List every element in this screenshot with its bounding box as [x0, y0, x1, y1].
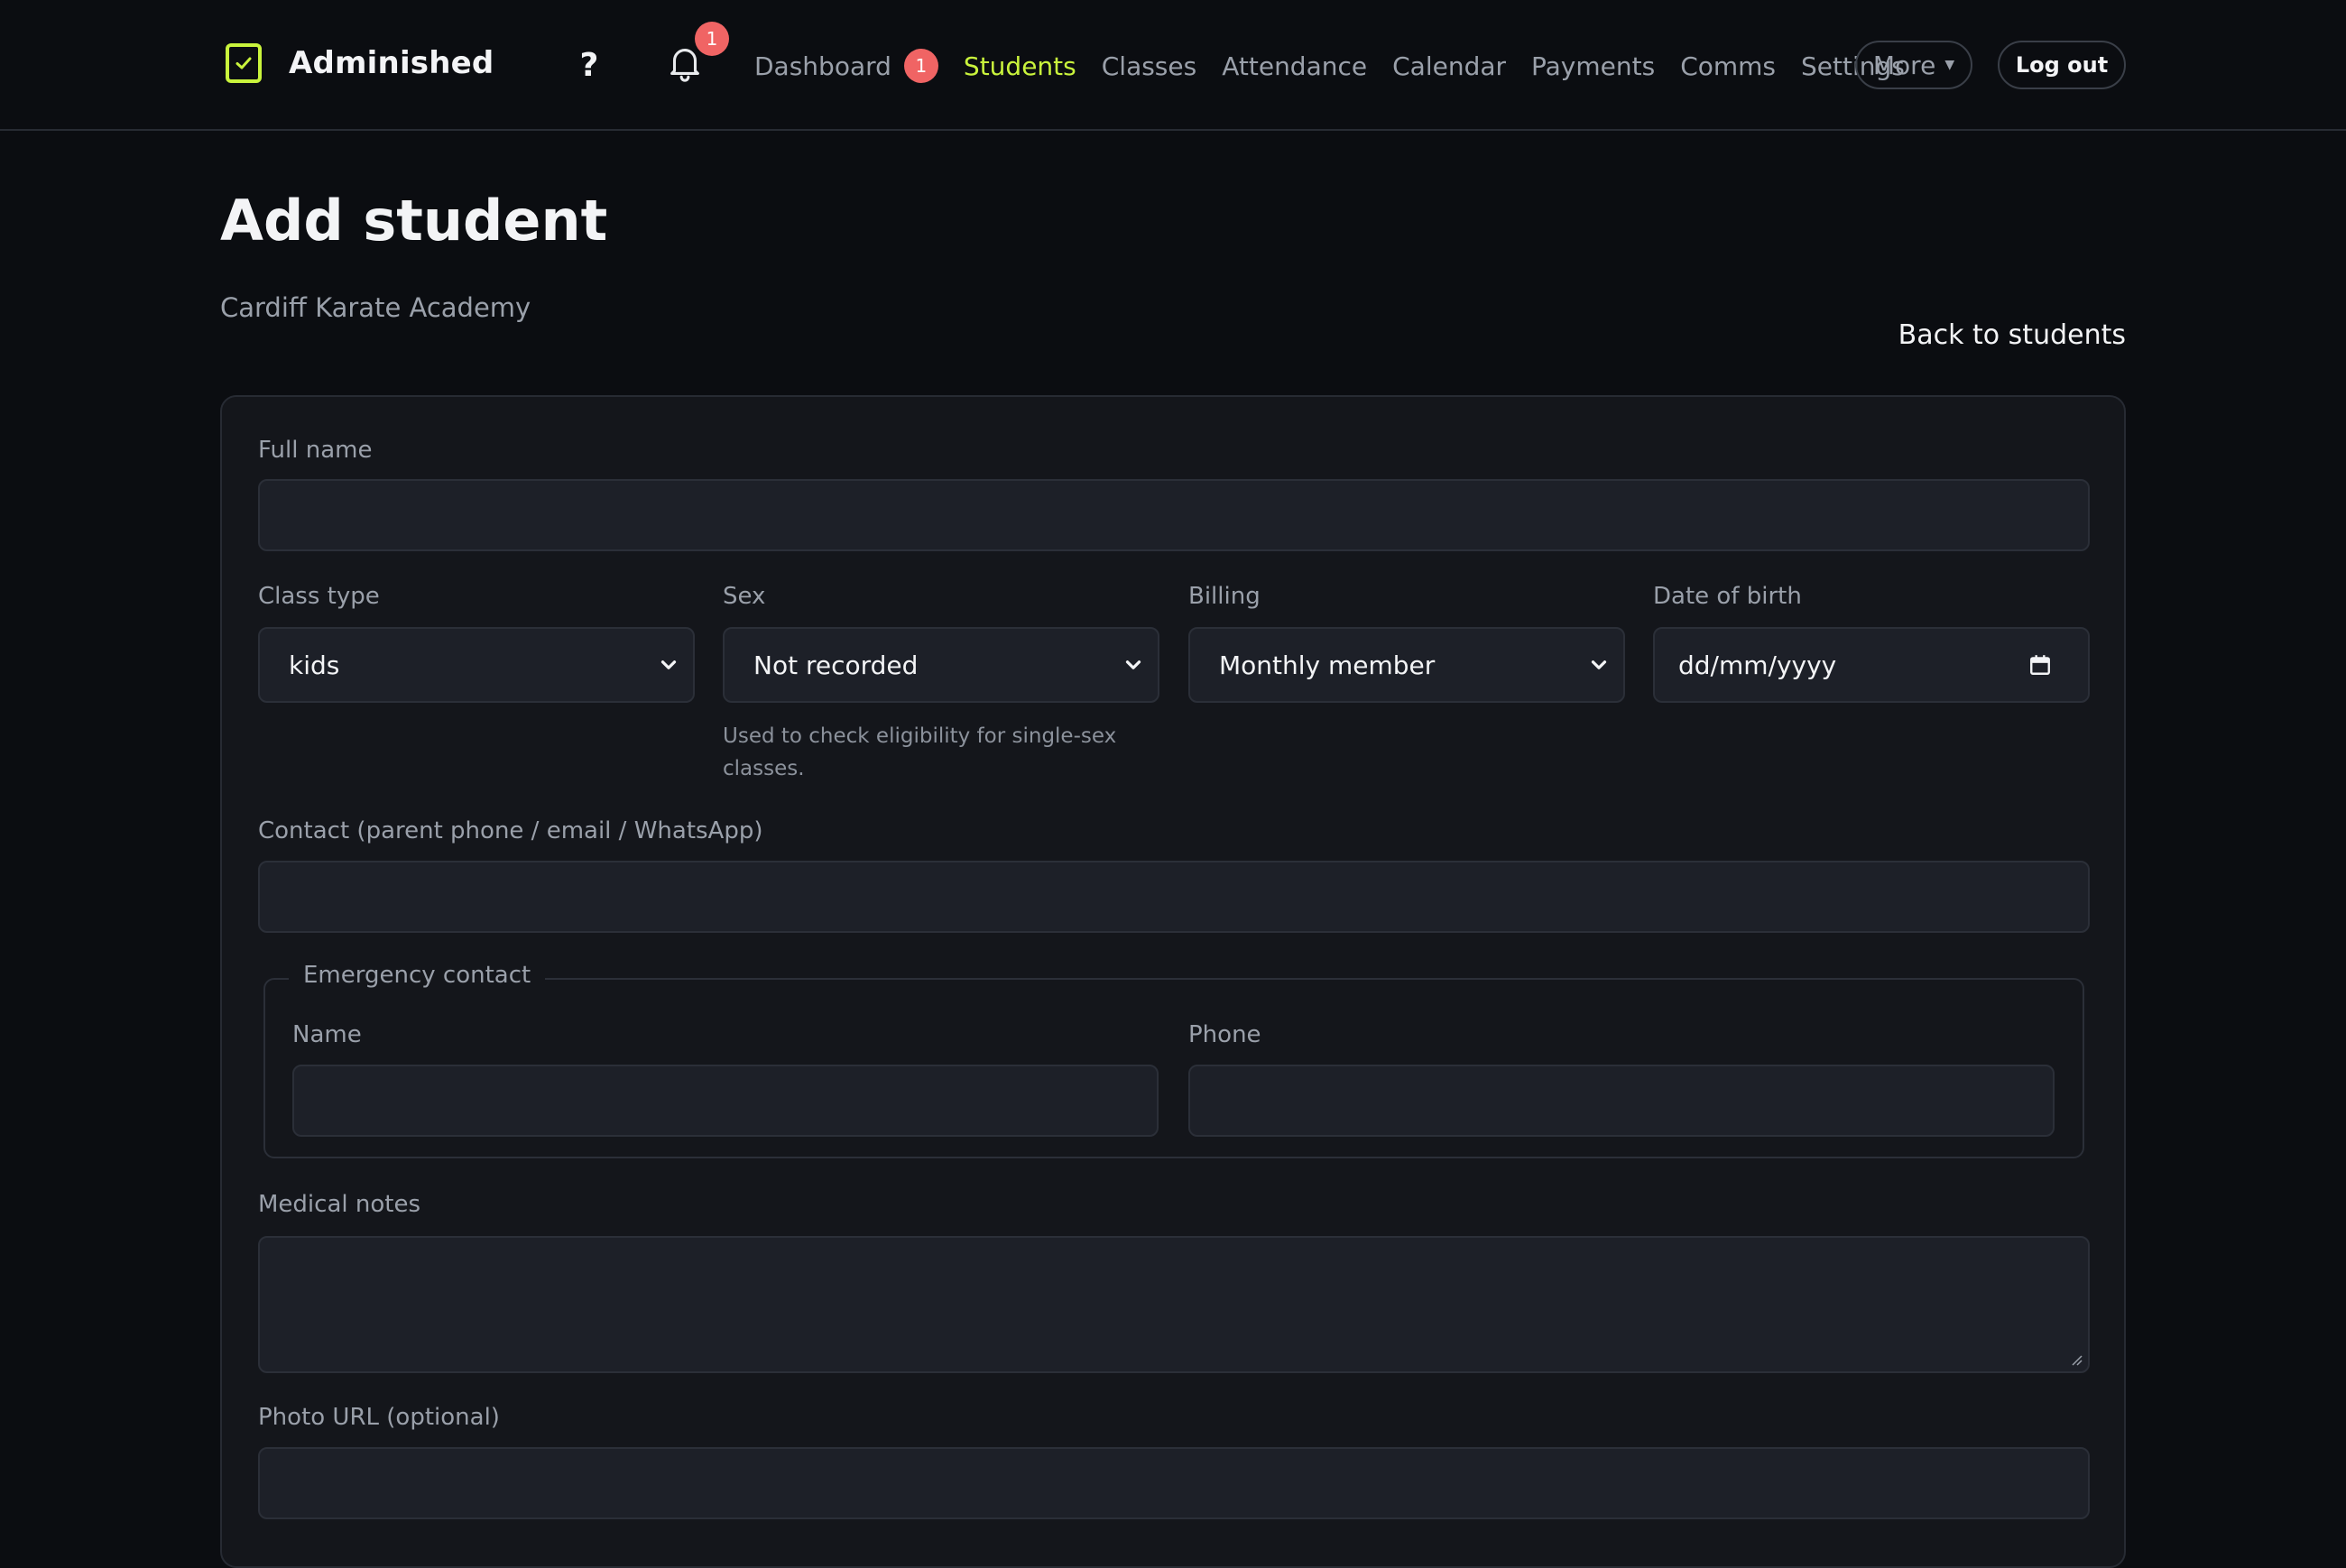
billing-select[interactable]: Monthly member	[1188, 627, 1625, 703]
back-to-students-link[interactable]: Back to students	[1895, 319, 2126, 351]
nav-item-dashboard[interactable]: Dashboard 1	[754, 49, 938, 83]
medical-notes-textarea[interactable]	[258, 1236, 2090, 1373]
resize-handle-icon[interactable]	[2070, 1353, 2083, 1366]
sex-select[interactable]: Not recorded	[723, 627, 1159, 703]
contact-input[interactable]	[258, 861, 2090, 933]
full-name-label: Full name	[258, 437, 373, 464]
chevron-down-icon	[660, 660, 677, 669]
top-navigation-bar: Adminished ? 1 Dashboard 1 Students Clas…	[0, 0, 2346, 131]
caret-down-icon: ▼	[1944, 58, 1955, 72]
nav-item-label: Classes	[1101, 51, 1197, 81]
notifications-count-badge: 1	[695, 22, 729, 56]
nav-item-calendar[interactable]: Calendar	[1392, 51, 1506, 81]
nav-item-attendance[interactable]: Attendance	[1222, 51, 1367, 81]
nav-item-students[interactable]: Students	[964, 51, 1076, 81]
dashboard-count-badge: 1	[903, 49, 938, 83]
class-type-label: Class type	[258, 583, 380, 610]
emergency-name-input[interactable]	[292, 1065, 1159, 1137]
date-of-birth-input[interactable]: dd/mm/yyyy	[1653, 627, 2090, 703]
logout-button[interactable]: Log out	[1998, 41, 2126, 89]
chevron-down-icon	[1591, 660, 1607, 669]
sex-label: Sex	[723, 583, 766, 610]
date-placeholder: dd/mm/yyyy	[1678, 650, 1837, 680]
class-type-value: kids	[289, 650, 340, 680]
add-student-form: Full name Class type kids Sex Not record…	[220, 395, 2126, 1568]
emergency-name-label: Name	[292, 1021, 362, 1048]
calendar-icon[interactable]	[2028, 653, 2052, 677]
nav-item-label: Payments	[1531, 51, 1656, 81]
nav-item-label: Students	[963, 51, 1076, 81]
app-name: Adminished	[289, 45, 494, 81]
contact-label: Contact (parent phone / email / WhatsApp…	[258, 817, 763, 844]
sex-value: Not recorded	[753, 650, 919, 680]
nav-item-label: Comms	[1680, 51, 1777, 81]
date-of-birth-label: Date of birth	[1653, 583, 1802, 610]
nav-item-comms[interactable]: Comms	[1680, 51, 1776, 81]
nav-item-label: Dashboard	[754, 51, 891, 81]
more-label: More	[1872, 50, 1936, 80]
help-button[interactable]: ?	[574, 43, 605, 88]
billing-label: Billing	[1188, 583, 1261, 610]
photo-url-label: Photo URL (optional)	[258, 1404, 500, 1431]
billing-value: Monthly member	[1219, 650, 1436, 680]
brand[interactable]: Adminished	[226, 43, 494, 83]
chevron-down-icon	[1125, 660, 1141, 669]
main-nav: Dashboard 1 Students Classes Attendance …	[754, 43, 1930, 88]
class-type-select[interactable]: kids	[258, 627, 695, 703]
nav-item-label: Attendance	[1222, 51, 1368, 81]
page-subtitle: Cardiff Karate Academy	[220, 292, 531, 323]
checkbox-logo-icon	[226, 43, 262, 83]
medical-notes-label: Medical notes	[258, 1191, 420, 1218]
sex-help-text: Used to check eligibility for single-sex…	[723, 724, 1117, 780]
emergency-phone-input[interactable]	[1188, 1065, 2055, 1137]
more-menu-button[interactable]: More ▼	[1855, 41, 1972, 89]
full-name-input[interactable]	[258, 479, 2090, 551]
nav-item-label: Calendar	[1392, 51, 1507, 81]
emergency-phone-label: Phone	[1188, 1021, 1261, 1048]
nav-item-classes[interactable]: Classes	[1102, 51, 1196, 81]
emergency-contact-legend: Emergency contact	[289, 962, 546, 989]
nav-item-payments[interactable]: Payments	[1531, 51, 1655, 81]
photo-url-input[interactable]	[258, 1447, 2090, 1519]
page-title: Add student	[220, 188, 608, 254]
